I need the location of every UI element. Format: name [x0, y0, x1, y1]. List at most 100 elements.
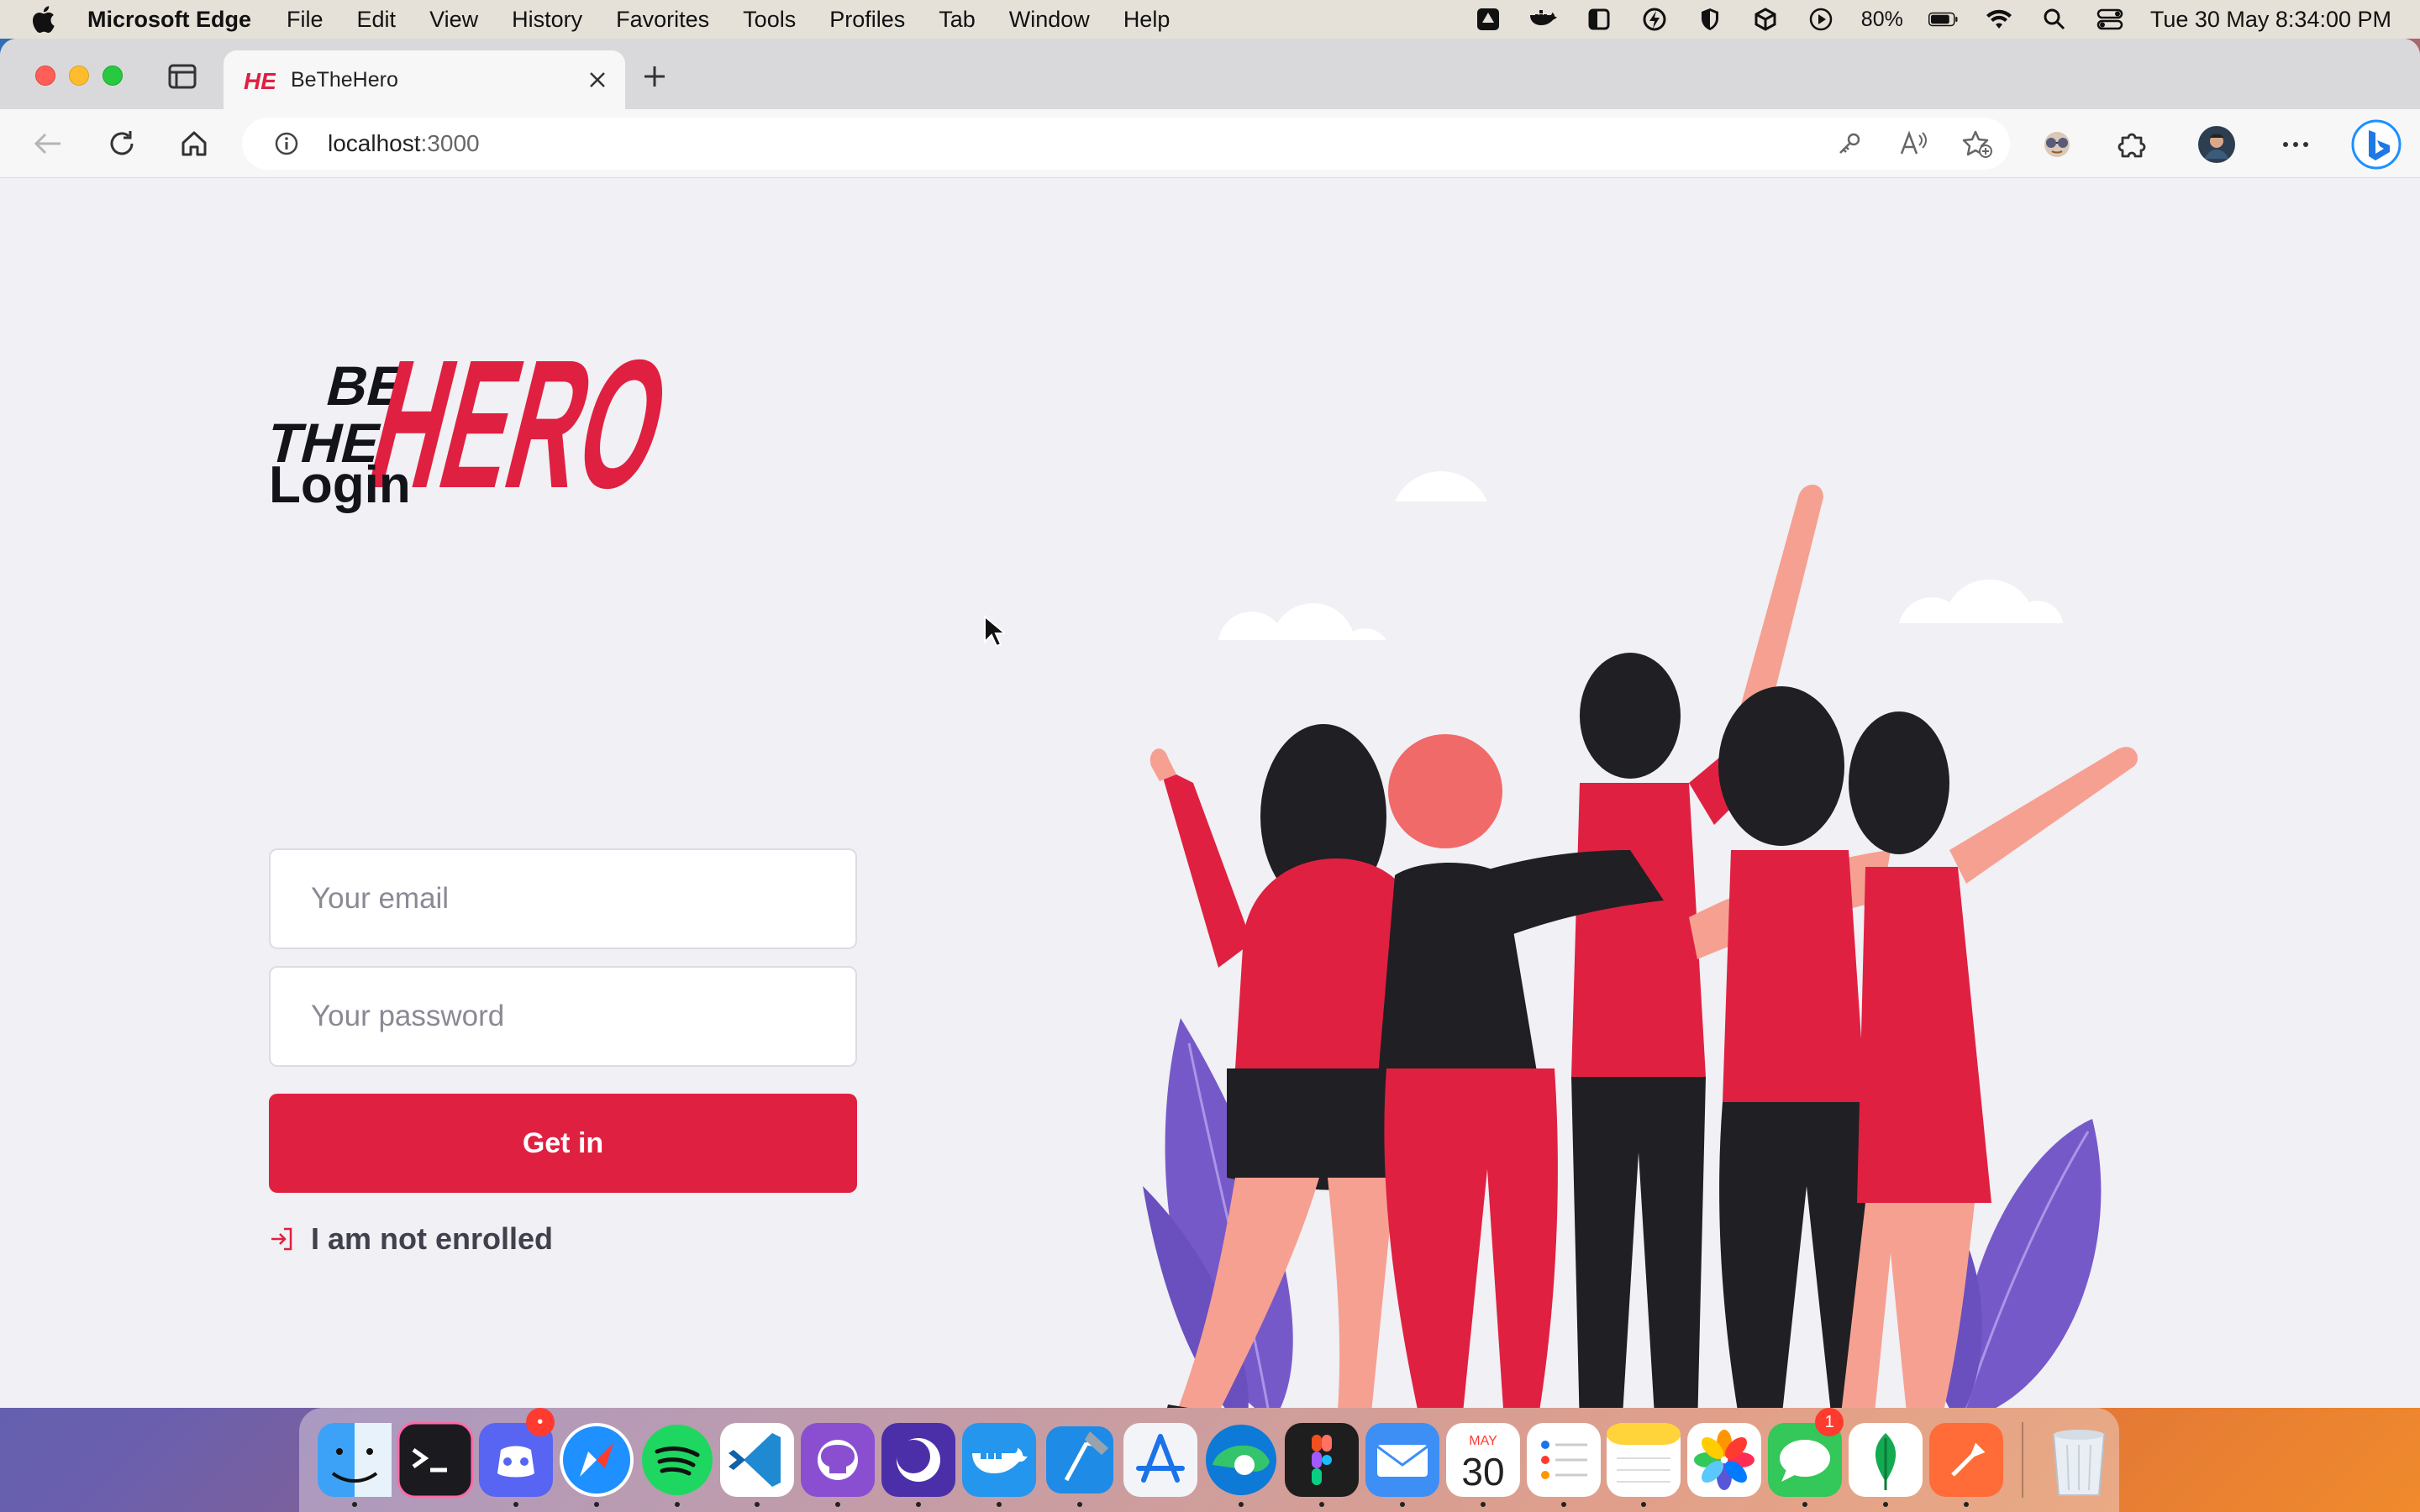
get-in-button[interactable]: Get in: [269, 1094, 857, 1193]
mongodb-leaf-icon: [1849, 1423, 1923, 1497]
window-minimize-button[interactable]: [69, 66, 89, 86]
email-input[interactable]: [269, 848, 857, 949]
photos-icon: [1687, 1423, 1762, 1497]
log-in-icon: [269, 1226, 296, 1252]
dock-messages[interactable]: 1: [1765, 1408, 1845, 1512]
dock-spotify[interactable]: [637, 1408, 718, 1512]
notes-icon: [1607, 1423, 1681, 1497]
site-info-icon[interactable]: [272, 129, 301, 158]
spotlight-search-icon[interactable]: [2039, 6, 2070, 33]
password-input[interactable]: [269, 966, 857, 1067]
menu-help[interactable]: Help: [1123, 7, 1171, 33]
sidebar-app-icon[interactable]: [1584, 6, 1614, 33]
edge-icon: [1205, 1425, 1276, 1495]
menu-edit[interactable]: Edit: [357, 7, 397, 33]
macos-dock: • MAY 30 1: [299, 1408, 2119, 1512]
shield-icon[interactable]: [1695, 6, 1725, 33]
password-key-icon[interactable]: [1833, 128, 1865, 160]
dock-photos[interactable]: [1684, 1408, 1765, 1512]
menu-history[interactable]: History: [512, 7, 582, 33]
svg-text:HE: HE: [244, 68, 276, 92]
xcode-icon: [1046, 1426, 1114, 1494]
web-page: BE THE HERO Login Get in I am not enroll…: [0, 178, 2420, 1408]
wifi-icon[interactable]: [1984, 6, 2014, 33]
proton-vpn-icon: [881, 1423, 956, 1497]
add-favorite-icon[interactable]: [1961, 128, 1993, 160]
dock-postman[interactable]: [1926, 1408, 2007, 1512]
play-icon[interactable]: [1806, 6, 1836, 33]
dock-xcode[interactable]: [1039, 1408, 1120, 1512]
dock-safari[interactable]: [556, 1408, 637, 1512]
menu-window[interactable]: Window: [1009, 7, 1090, 33]
docker-icon: [962, 1423, 1037, 1497]
dock-trash[interactable]: [2039, 1408, 2119, 1512]
menu-tab[interactable]: Tab: [939, 7, 976, 33]
bing-copilot-icon[interactable]: [2349, 119, 2403, 170]
messages-badge: 1: [1815, 1408, 1844, 1436]
tab-bethehero[interactable]: HE BeTheHero: [224, 50, 625, 109]
menu-app-name[interactable]: Microsoft Edge: [87, 7, 251, 33]
tab-strip: HE BeTheHero: [0, 39, 2420, 109]
dock-mail[interactable]: [1362, 1408, 1443, 1512]
dock-calendar[interactable]: MAY 30: [1443, 1408, 1523, 1512]
dock-terminal[interactable]: [395, 1408, 476, 1512]
heroes-group-illustration: [1143, 470, 2138, 1408]
dock-notes[interactable]: [1604, 1408, 1685, 1512]
dock-reminders[interactable]: [1523, 1408, 1604, 1512]
extension-glasses-icon[interactable]: [2037, 124, 2077, 165]
bethehero-favicon-icon: HE: [242, 66, 276, 94]
dock-vscode[interactable]: [718, 1408, 798, 1512]
extensions-puzzle-icon[interactable]: [2112, 124, 2153, 165]
address-bar[interactable]: localhost:3000: [242, 118, 2010, 170]
menu-file[interactable]: File: [287, 7, 324, 33]
spotify-icon: [641, 1425, 713, 1495]
battery-percentage: 80%: [1860, 7, 1903, 31]
reminders-icon: [1526, 1423, 1601, 1497]
calendar-day: 30: [1461, 1450, 1504, 1494]
home-icon[interactable]: [176, 126, 212, 161]
url-text[interactable]: localhost:3000: [328, 130, 480, 157]
google-drive-icon[interactable]: [1473, 6, 1503, 33]
tab-actions-icon[interactable]: [166, 62, 198, 91]
dock-proton-vpn[interactable]: [878, 1408, 959, 1512]
dock-finder[interactable]: [314, 1408, 395, 1512]
new-tab-icon[interactable]: [637, 59, 672, 94]
more-options-icon[interactable]: [2275, 124, 2316, 165]
dock-mongodb-compass[interactable]: [1845, 1408, 1926, 1512]
reload-icon[interactable]: [104, 126, 139, 161]
menu-profiles[interactable]: Profiles: [829, 7, 905, 33]
macos-menu-bar: Microsoft Edge File Edit View History Fa…: [0, 0, 2420, 39]
battery-icon[interactable]: [1928, 6, 1959, 33]
dock-github-desktop[interactable]: [797, 1408, 878, 1512]
app-store-icon: [1123, 1423, 1198, 1497]
browser-toolbar: localhost:3000: [0, 109, 2420, 178]
apple-icon[interactable]: [30, 3, 62, 35]
terminal-icon: [397, 1421, 474, 1499]
trash-icon: [2052, 1430, 2106, 1496]
dock-edge[interactable]: [1201, 1408, 1281, 1512]
menu-favorites[interactable]: Favorites: [616, 7, 709, 33]
package-icon[interactable]: [1750, 6, 1781, 33]
tab-close-icon[interactable]: [583, 66, 612, 94]
dock-figma[interactable]: [1281, 1408, 1362, 1512]
discord-badge: •: [525, 1408, 555, 1436]
menu-tools[interactable]: Tools: [743, 7, 796, 33]
window-zoom-button[interactable]: [103, 66, 123, 86]
not-enrolled-link[interactable]: I am not enrolled: [269, 1221, 553, 1257]
dock-separator: [2022, 1422, 2024, 1498]
docker-status-icon[interactable]: [1528, 6, 1559, 33]
control-center-icon[interactable]: [2095, 6, 2125, 33]
back-arrow-icon[interactable]: [30, 126, 66, 161]
safari-icon: [559, 1423, 634, 1497]
dock-app-store[interactable]: [1120, 1408, 1201, 1512]
vscode-icon: [720, 1423, 795, 1497]
read-aloud-icon[interactable]: [1897, 128, 1929, 160]
window-close-button[interactable]: [35, 66, 55, 86]
dock-discord[interactable]: •: [476, 1408, 556, 1512]
tab-title: BeTheHero: [291, 67, 398, 92]
lightning-icon[interactable]: [1639, 6, 1670, 33]
profile-avatar[interactable]: [2196, 124, 2237, 165]
dock-docker[interactable]: [959, 1408, 1039, 1512]
menubar-clock[interactable]: Tue 30 May 8:34:00 PM: [2150, 7, 2391, 33]
menu-view[interactable]: View: [429, 7, 478, 33]
